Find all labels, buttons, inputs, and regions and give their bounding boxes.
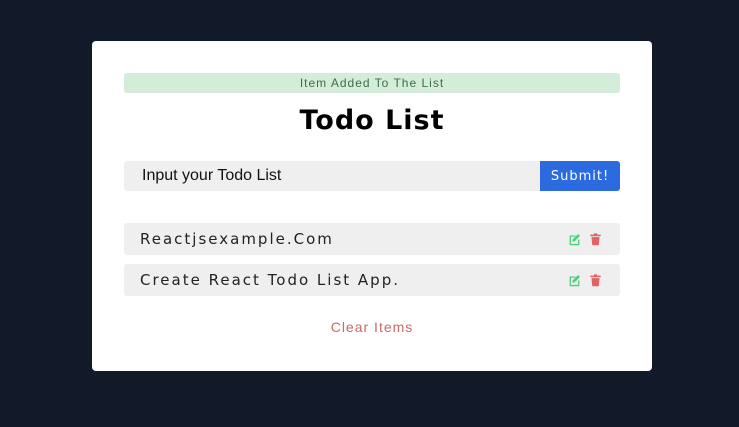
clear-items-button[interactable]: Clear Items bbox=[92, 319, 652, 335]
todo-input[interactable] bbox=[124, 161, 540, 191]
todo-list: Reactjsexample.Com Create React Todo Lis… bbox=[124, 223, 620, 305]
list-item-text: Create React Todo List App. bbox=[140, 271, 400, 289]
page-title: Todo List bbox=[299, 105, 445, 136]
todo-card: Item Added To The List Todo List Submit!… bbox=[92, 41, 652, 371]
edit-icon[interactable] bbox=[568, 233, 581, 246]
list-item: Create React Todo List App. bbox=[124, 264, 620, 296]
edit-icon[interactable] bbox=[568, 274, 581, 287]
item-actions bbox=[568, 232, 602, 246]
list-item-text: Reactjsexample.Com bbox=[140, 230, 334, 248]
list-item: Reactjsexample.Com bbox=[124, 223, 620, 255]
trash-icon[interactable] bbox=[589, 273, 602, 287]
item-actions bbox=[568, 273, 602, 287]
todo-form: Submit! bbox=[124, 161, 620, 191]
submit-button[interactable]: Submit! bbox=[540, 161, 620, 191]
success-alert: Item Added To The List bbox=[124, 73, 620, 93]
trash-icon[interactable] bbox=[589, 232, 602, 246]
